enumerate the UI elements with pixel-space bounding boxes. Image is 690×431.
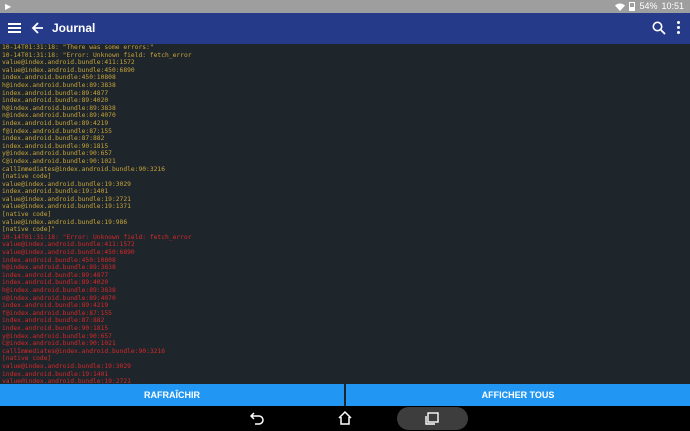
nav-back-icon[interactable] <box>250 411 264 425</box>
log-line: index.android.bundle:90:1815 <box>2 324 109 332</box>
refresh-button[interactable]: RAFRAÎCHIR <box>0 384 344 406</box>
log-line: index.android.bundle:87:882 <box>2 317 105 325</box>
log-line: value@index.android.bundle:19:3029 <box>2 362 131 370</box>
show-all-button[interactable]: AFFICHER TOUS <box>346 384 690 406</box>
log-line: index.android.bundle:90:1815 <box>2 142 109 150</box>
log-line: index.android.bundle:19:1401 <box>2 370 109 378</box>
log-line: [native code] <box>2 173 52 181</box>
log-line: value@index.android.bundle:411:1572 <box>2 241 135 249</box>
log-line: index.android.bundle:89:4020 <box>2 279 109 287</box>
battery-percent: 54% <box>639 1 658 11</box>
log-line: f@index.android.bundle:87:155 <box>2 309 112 317</box>
log-line: y@index.android.bundle:90:657 <box>2 150 112 158</box>
status-indicators: 54% 10:51 <box>615 0 684 13</box>
log-line: index.android.bundle:89:4020 <box>2 97 109 105</box>
play-store-icon: ▶ <box>5 2 12 11</box>
log-line: value@index.android.bundle:19:2721 <box>2 195 131 203</box>
log-output[interactable]: 10-14T01:31:18: "There was some errors:"… <box>0 44 690 383</box>
log-line: index.android.bundle:19:1401 <box>2 188 109 196</box>
log-line: index.android.bundle:89:4219 <box>2 119 109 127</box>
recent-apps-icon <box>425 412 439 425</box>
battery-icon <box>629 2 636 11</box>
log-line: 10-14T01:31:18: "Error: Unknown field: f… <box>2 51 192 59</box>
log-line: value@index.android.bundle:450:6890 <box>2 249 135 257</box>
log-line: h@index.android.bundle:89:3838 <box>2 81 116 89</box>
back-arrow-icon[interactable] <box>31 21 44 35</box>
wifi-icon <box>615 3 626 11</box>
log-line: C@index.android.bundle:90:1021 <box>2 340 116 348</box>
log-line: f@index.android.bundle:87:155 <box>2 127 112 135</box>
log-line: callImmediates@index.android.bundle:90:3… <box>2 347 166 355</box>
menu-icon[interactable] <box>8 23 21 33</box>
log-line: value@index.android.bundle:411:1572 <box>2 59 135 67</box>
log-line: index.android.bundle:89:4877 <box>2 89 109 97</box>
log-line: index.android.bundle:450:10808 <box>2 74 116 82</box>
log-line: index.android.bundle:87:882 <box>2 135 105 143</box>
log-line: callImmediates@index.android.bundle:90:3… <box>2 165 166 173</box>
system-nav-bar <box>0 406 690 431</box>
action-buttons: RAFRAÎCHIR AFFICHER TOUS <box>0 384 690 406</box>
nav-recents-button[interactable] <box>397 407 468 430</box>
log-line: C@index.android.bundle:90:1021 <box>2 157 116 165</box>
log-line: [native code] <box>2 355 52 363</box>
app-bar: Journal <box>0 13 690 44</box>
log-line: n@index.android.bundle:89:4070 <box>2 112 116 120</box>
log-line: h@index.android.bundle:89:3838 <box>2 264 116 272</box>
log-line: 10-14T01:31:18: "There was some errors:" <box>2 44 154 51</box>
log-line: index.android.bundle:89:4877 <box>2 271 109 279</box>
search-icon[interactable] <box>652 21 666 35</box>
log-line: n@index.android.bundle:89:4070 <box>2 294 116 302</box>
log-line: h@index.android.bundle:89:3838 <box>2 104 116 112</box>
log-line: value@index.android.bundle:19:2721 <box>2 378 131 383</box>
more-options-icon[interactable] <box>675 21 681 35</box>
log-line: index.android.bundle:89:4219 <box>2 302 109 310</box>
log-line: h@index.android.bundle:89:3838 <box>2 287 116 294</box>
clock-time: 10:51 <box>661 1 684 11</box>
nav-home-icon[interactable] <box>337 410 353 426</box>
log-line: 10-14T01:31:18: "Error: Unknown field: f… <box>2 233 192 241</box>
log-line: y@index.android.bundle:90:657 <box>2 332 112 340</box>
log-line: [native code] <box>2 211 52 219</box>
log-line: [native code]" <box>2 226 56 234</box>
page-title: Journal <box>52 21 96 35</box>
status-bar: ▶ 54% 10:51 <box>0 0 690 13</box>
log-line: value@index.android.bundle:19:3029 <box>2 180 131 188</box>
log-line: value@index.android.bundle:19:986 <box>2 218 128 226</box>
log-line: value@index.android.bundle:450:6890 <box>2 66 135 74</box>
log-line: value@index.android.bundle:19:1371 <box>2 203 131 211</box>
log-line: index.android.bundle:450:10808 <box>2 256 116 264</box>
